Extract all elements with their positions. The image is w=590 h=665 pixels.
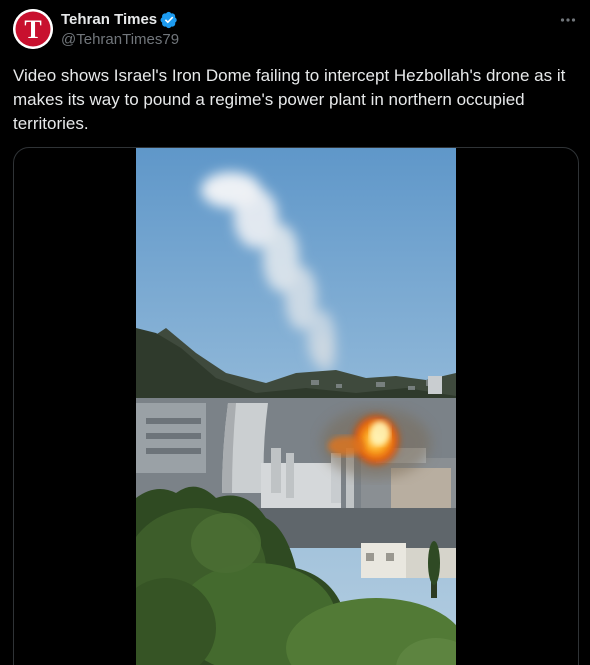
- explosion: [321, 408, 431, 478]
- tweet-text: Video shows Israel's Iron Dome failing t…: [13, 66, 566, 133]
- author-handle[interactable]: @TehranTimes79: [61, 30, 179, 50]
- tehran-times-logo-icon: T: [13, 9, 53, 49]
- video-frame: [136, 148, 456, 665]
- video-player[interactable]: [136, 148, 456, 665]
- tweet[interactable]: T Tehran Times @TehranTimes79 Video show…: [0, 0, 590, 665]
- more-options-button[interactable]: [558, 10, 578, 30]
- author-name-row: Tehran Times: [61, 10, 178, 30]
- avatar[interactable]: T: [13, 9, 53, 49]
- verified-badge-icon[interactable]: [160, 11, 178, 29]
- svg-text:T: T: [24, 15, 41, 44]
- display-name[interactable]: Tehran Times: [61, 10, 157, 30]
- media-card[interactable]: [13, 147, 579, 665]
- more-horizontal-icon: [560, 18, 576, 22]
